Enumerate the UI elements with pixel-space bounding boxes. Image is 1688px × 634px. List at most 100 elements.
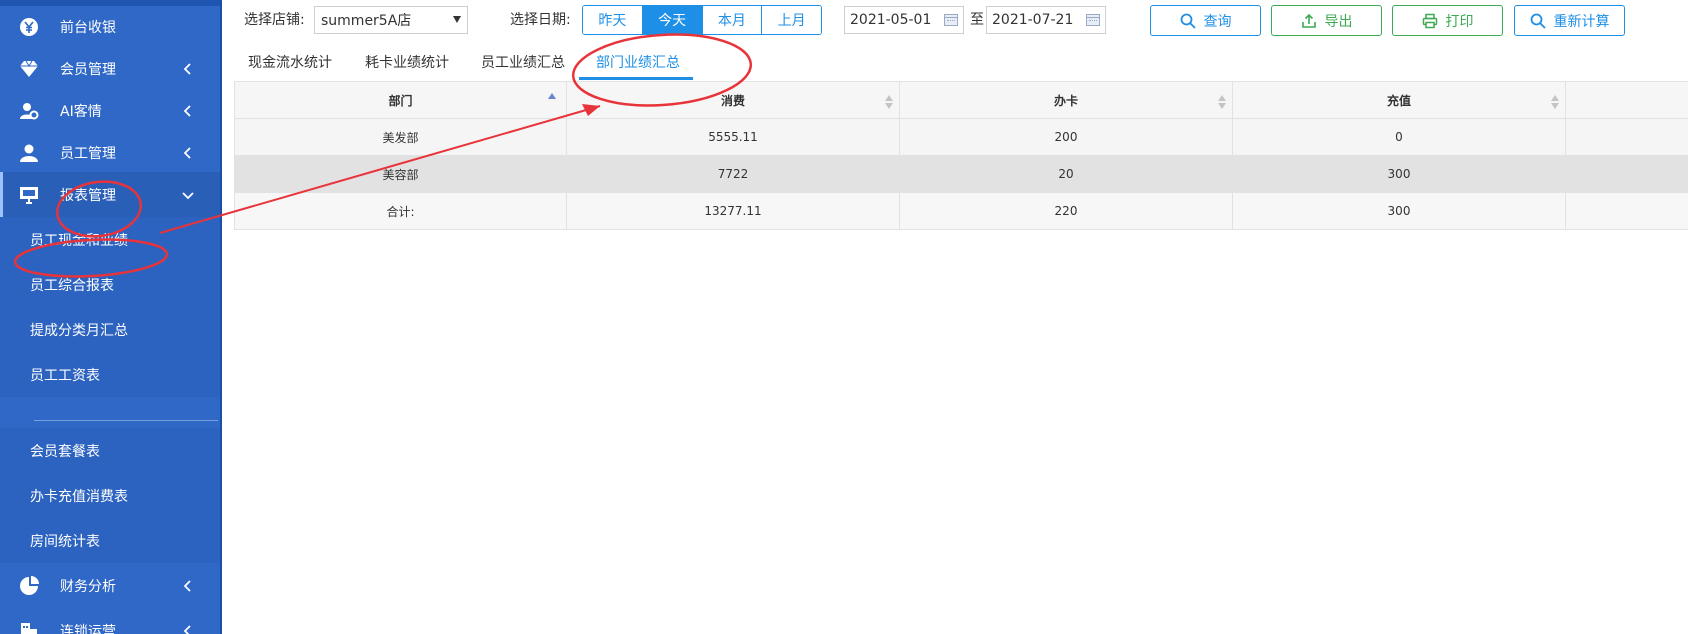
sidebar-item-ai[interactable]: AI客情 bbox=[0, 88, 220, 133]
sidebar-subitem-payroll[interactable]: 员工工资表 bbox=[0, 352, 220, 397]
sidebar-item-members[interactable]: 会员管理 bbox=[0, 46, 220, 91]
calendar-icon[interactable] bbox=[1086, 14, 1100, 26]
quick-date-group: 昨天 今天 本月 上月 bbox=[582, 5, 822, 35]
sidebar-item-label: 财务分析 bbox=[60, 578, 116, 595]
sidebar-subitem-packages[interactable]: 会员套餐表 bbox=[0, 428, 220, 473]
sidebar-edge bbox=[220, 0, 222, 634]
date-to-input[interactable]: 2021-07-21 bbox=[986, 6, 1106, 34]
caret-down-icon bbox=[453, 16, 461, 23]
sidebar-subitem-label: 提成分类月汇总 bbox=[30, 322, 128, 339]
sort-icon[interactable] bbox=[885, 95, 893, 109]
sidebar-item-staff[interactable]: 员工管理 bbox=[0, 130, 220, 175]
quick-date-today[interactable]: 今天 bbox=[642, 6, 703, 34]
table-cell: 7722 bbox=[567, 156, 900, 192]
calendar-icon[interactable] bbox=[944, 14, 958, 26]
sidebar-item-finance[interactable]: 财务分析 bbox=[0, 563, 220, 608]
sidebar-subitem-label: 员工现金和业绩 bbox=[30, 232, 128, 249]
print-button[interactable]: 打印 bbox=[1392, 5, 1503, 36]
table-cell: 20 bbox=[900, 156, 1233, 192]
sidebar-item-label: 员工管理 bbox=[60, 145, 116, 162]
table-row[interactable]: 美发部 5555.11 200 0 bbox=[234, 119, 1688, 156]
person-icon bbox=[18, 142, 40, 164]
chevron-left-icon bbox=[182, 104, 194, 117]
query-button-label: 查询 bbox=[1203, 13, 1232, 30]
date-from-input[interactable]: 2021-05-01 bbox=[844, 6, 964, 34]
table-cell-empty bbox=[1566, 193, 1688, 229]
column-header-department[interactable]: 部门 bbox=[234, 82, 567, 118]
table-cell: 0 bbox=[1233, 119, 1566, 155]
quick-date-last-month[interactable]: 上月 bbox=[762, 6, 821, 34]
sidebar-divider bbox=[34, 420, 218, 421]
chevron-left-icon bbox=[182, 579, 194, 592]
recalculate-button-label: 重新计算 bbox=[1553, 13, 1610, 30]
tab-cash-flow[interactable]: 现金流水统计 bbox=[248, 52, 332, 72]
sort-ascending-icon[interactable] bbox=[548, 93, 556, 107]
quick-date-yesterday[interactable]: 昨天 bbox=[583, 6, 643, 34]
sidebar-subitem-label: 员工工资表 bbox=[30, 367, 100, 384]
column-header-label: 办卡 bbox=[1053, 93, 1078, 108]
table-row[interactable]: 美容部 7722 20 300 bbox=[234, 156, 1688, 193]
tab-card-usage[interactable]: 耗卡业绩统计 bbox=[365, 52, 449, 72]
column-header-recharge[interactable]: 充值 bbox=[1233, 82, 1566, 118]
chevron-left-icon bbox=[182, 624, 194, 634]
tab-department-performance[interactable]: 部门业绩汇总 bbox=[596, 52, 680, 72]
sidebar-subitem-label: 办卡充值消费表 bbox=[30, 488, 128, 505]
table-cell: 美发部 bbox=[234, 119, 567, 155]
date-label: 选择日期: bbox=[510, 12, 571, 28]
table-row-total[interactable]: 合计: 13277.11 220 300 bbox=[234, 193, 1688, 230]
diamond-icon bbox=[18, 58, 40, 80]
table-cell-empty bbox=[1566, 119, 1688, 155]
sidebar-subitem-staff-cash[interactable]: 员工现金和业绩 bbox=[0, 217, 220, 262]
sidebar-item-cashier[interactable]: 前台收银 bbox=[0, 4, 220, 49]
sidebar-item-label: 连锁运营 bbox=[60, 623, 116, 634]
column-header-label: 充值 bbox=[1386, 93, 1411, 108]
sidebar-subitem-label: 会员套餐表 bbox=[30, 443, 100, 460]
recalculate-button[interactable]: 重新计算 bbox=[1514, 5, 1625, 36]
table-cell: 美容部 bbox=[234, 156, 567, 192]
sidebar-subitem-label: 员工综合报表 bbox=[30, 277, 114, 294]
store-select[interactable]: summer5A店 bbox=[314, 6, 468, 34]
sidebar-subitem-commission[interactable]: 提成分类月汇总 bbox=[0, 307, 220, 352]
export-button-label: 导出 bbox=[1324, 13, 1353, 30]
table-cell: 合计: bbox=[234, 193, 567, 229]
column-header-empty bbox=[1566, 82, 1688, 118]
chevron-left-icon bbox=[182, 62, 194, 75]
search-icon bbox=[1180, 13, 1196, 29]
store-select-value: summer5A店 bbox=[321, 13, 412, 29]
column-header-card[interactable]: 办卡 bbox=[900, 82, 1233, 118]
sidebar-item-reports[interactable]: 报表管理 bbox=[0, 172, 220, 217]
column-header-consumption[interactable]: 消费 bbox=[567, 82, 900, 118]
date-from-value: 2021-05-01 bbox=[850, 12, 932, 28]
quick-date-this-month[interactable]: 本月 bbox=[702, 6, 763, 34]
sidebar-subitem-staff-summary[interactable]: 员工综合报表 bbox=[0, 262, 220, 307]
table-cell: 5555.11 bbox=[567, 119, 900, 155]
sidebar-subitem-rooms[interactable]: 房间统计表 bbox=[0, 518, 220, 563]
table-cell: 13277.11 bbox=[567, 193, 900, 229]
active-tab-underline bbox=[579, 77, 693, 80]
table-cell: 300 bbox=[1233, 156, 1566, 192]
printer-icon bbox=[1422, 13, 1437, 28]
monitor-icon bbox=[18, 184, 40, 206]
print-button-label: 打印 bbox=[1445, 13, 1474, 30]
export-icon bbox=[1301, 13, 1316, 28]
sort-icon[interactable] bbox=[1218, 95, 1226, 109]
chevron-down-icon bbox=[182, 189, 194, 201]
pie-chart-icon bbox=[18, 575, 40, 597]
store-label: 选择店铺: bbox=[244, 12, 305, 28]
sidebar-item-label: 报表管理 bbox=[60, 187, 116, 204]
search-icon bbox=[1530, 13, 1546, 29]
tab-staff-performance[interactable]: 员工业绩汇总 bbox=[481, 52, 565, 72]
sort-icon[interactable] bbox=[1551, 95, 1559, 109]
table-cell: 220 bbox=[900, 193, 1233, 229]
sidebar-item-chain[interactable]: 连锁运营 bbox=[0, 608, 220, 634]
date-separator: 至 bbox=[970, 12, 984, 28]
column-header-label: 消费 bbox=[720, 93, 745, 108]
sidebar-item-label: 前台收银 bbox=[60, 19, 116, 36]
column-header-label: 部门 bbox=[388, 93, 413, 108]
building-icon bbox=[18, 620, 40, 634]
yen-coin-icon bbox=[18, 16, 40, 38]
sidebar-subitem-card-recharge[interactable]: 办卡充值消费表 bbox=[0, 473, 220, 518]
query-button[interactable]: 查询 bbox=[1150, 5, 1261, 36]
table-cell: 300 bbox=[1233, 193, 1566, 229]
export-button[interactable]: 导出 bbox=[1271, 5, 1382, 36]
